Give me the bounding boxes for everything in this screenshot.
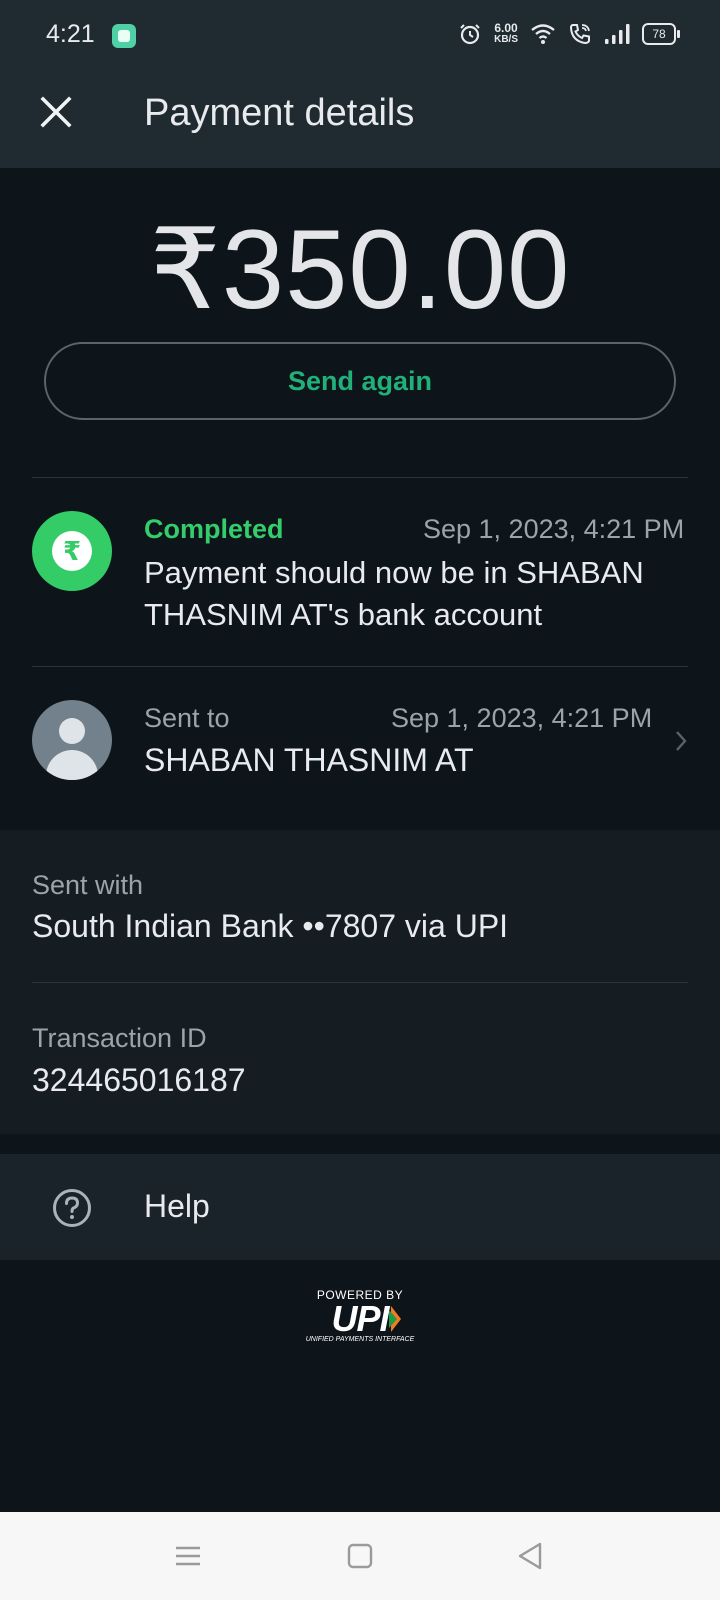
- help-label: Help: [144, 1188, 210, 1224]
- status-bar: 4:21 6.00 KB/S 78: [0, 0, 720, 72]
- avatar: [32, 700, 112, 780]
- battery-icon: 78: [642, 23, 680, 45]
- recipient-name: SHABAN THASNIM AT: [144, 742, 474, 778]
- status-label: Completed: [144, 514, 284, 544]
- upi-arrow-icon: [388, 1306, 401, 1332]
- divider: [32, 666, 688, 667]
- status-completed-badge: ₹: [32, 511, 112, 591]
- send-again-button[interactable]: Send again: [44, 342, 676, 420]
- sent-to-label: Sent to: [144, 703, 230, 733]
- sent-to-timestamp: Sep 1, 2023, 4:21 PM: [391, 703, 653, 733]
- rupee-icon: ₹: [52, 531, 92, 571]
- menu-icon[interactable]: [172, 1540, 204, 1572]
- divider: [32, 477, 688, 478]
- signal-icon: [605, 24, 630, 44]
- page-title: Payment details: [144, 92, 415, 134]
- app-notification-icon: [112, 24, 136, 48]
- avatar-head: [59, 718, 85, 744]
- transaction-id-label: Transaction ID: [32, 1023, 207, 1053]
- sent-with-label: Sent with: [32, 870, 144, 900]
- wifi-calling-icon: [569, 24, 590, 45]
- network-speed: 6.00 KB/S: [494, 22, 518, 46]
- sent-with-value: South Indian Bank ••7807 via UPI: [32, 908, 509, 944]
- status-icons: 6.00 KB/S 78: [458, 22, 680, 46]
- payment-amount: ₹350.00: [149, 207, 571, 332]
- transaction-id-value: 324465016187: [32, 1062, 246, 1098]
- status-time: 4:21: [46, 20, 95, 48]
- upi-logo: POWERED BY UPI UNIFIED PAYMENTS INTERFAC…: [300, 1288, 420, 1344]
- wifi-icon: [531, 24, 555, 44]
- avatar-body: [46, 750, 98, 780]
- chevron-right-icon: [676, 731, 687, 751]
- alarm-icon: [460, 24, 480, 45]
- status-message: Payment should now be in SHABAN THASNIM …: [144, 555, 644, 632]
- help-icon: [53, 1189, 91, 1227]
- speed-value: 6.00: [494, 21, 518, 35]
- home-icon[interactable]: [344, 1540, 376, 1572]
- upi-logo-text: UPI: [331, 1298, 389, 1339]
- divider: [32, 982, 688, 983]
- close-icon[interactable]: [36, 92, 76, 132]
- help-row[interactable]: [0, 1154, 720, 1260]
- speed-unit: KB/S: [494, 34, 518, 45]
- status-timestamp: Sep 1, 2023, 4:21 PM: [423, 514, 685, 544]
- back-icon[interactable]: [514, 1540, 546, 1572]
